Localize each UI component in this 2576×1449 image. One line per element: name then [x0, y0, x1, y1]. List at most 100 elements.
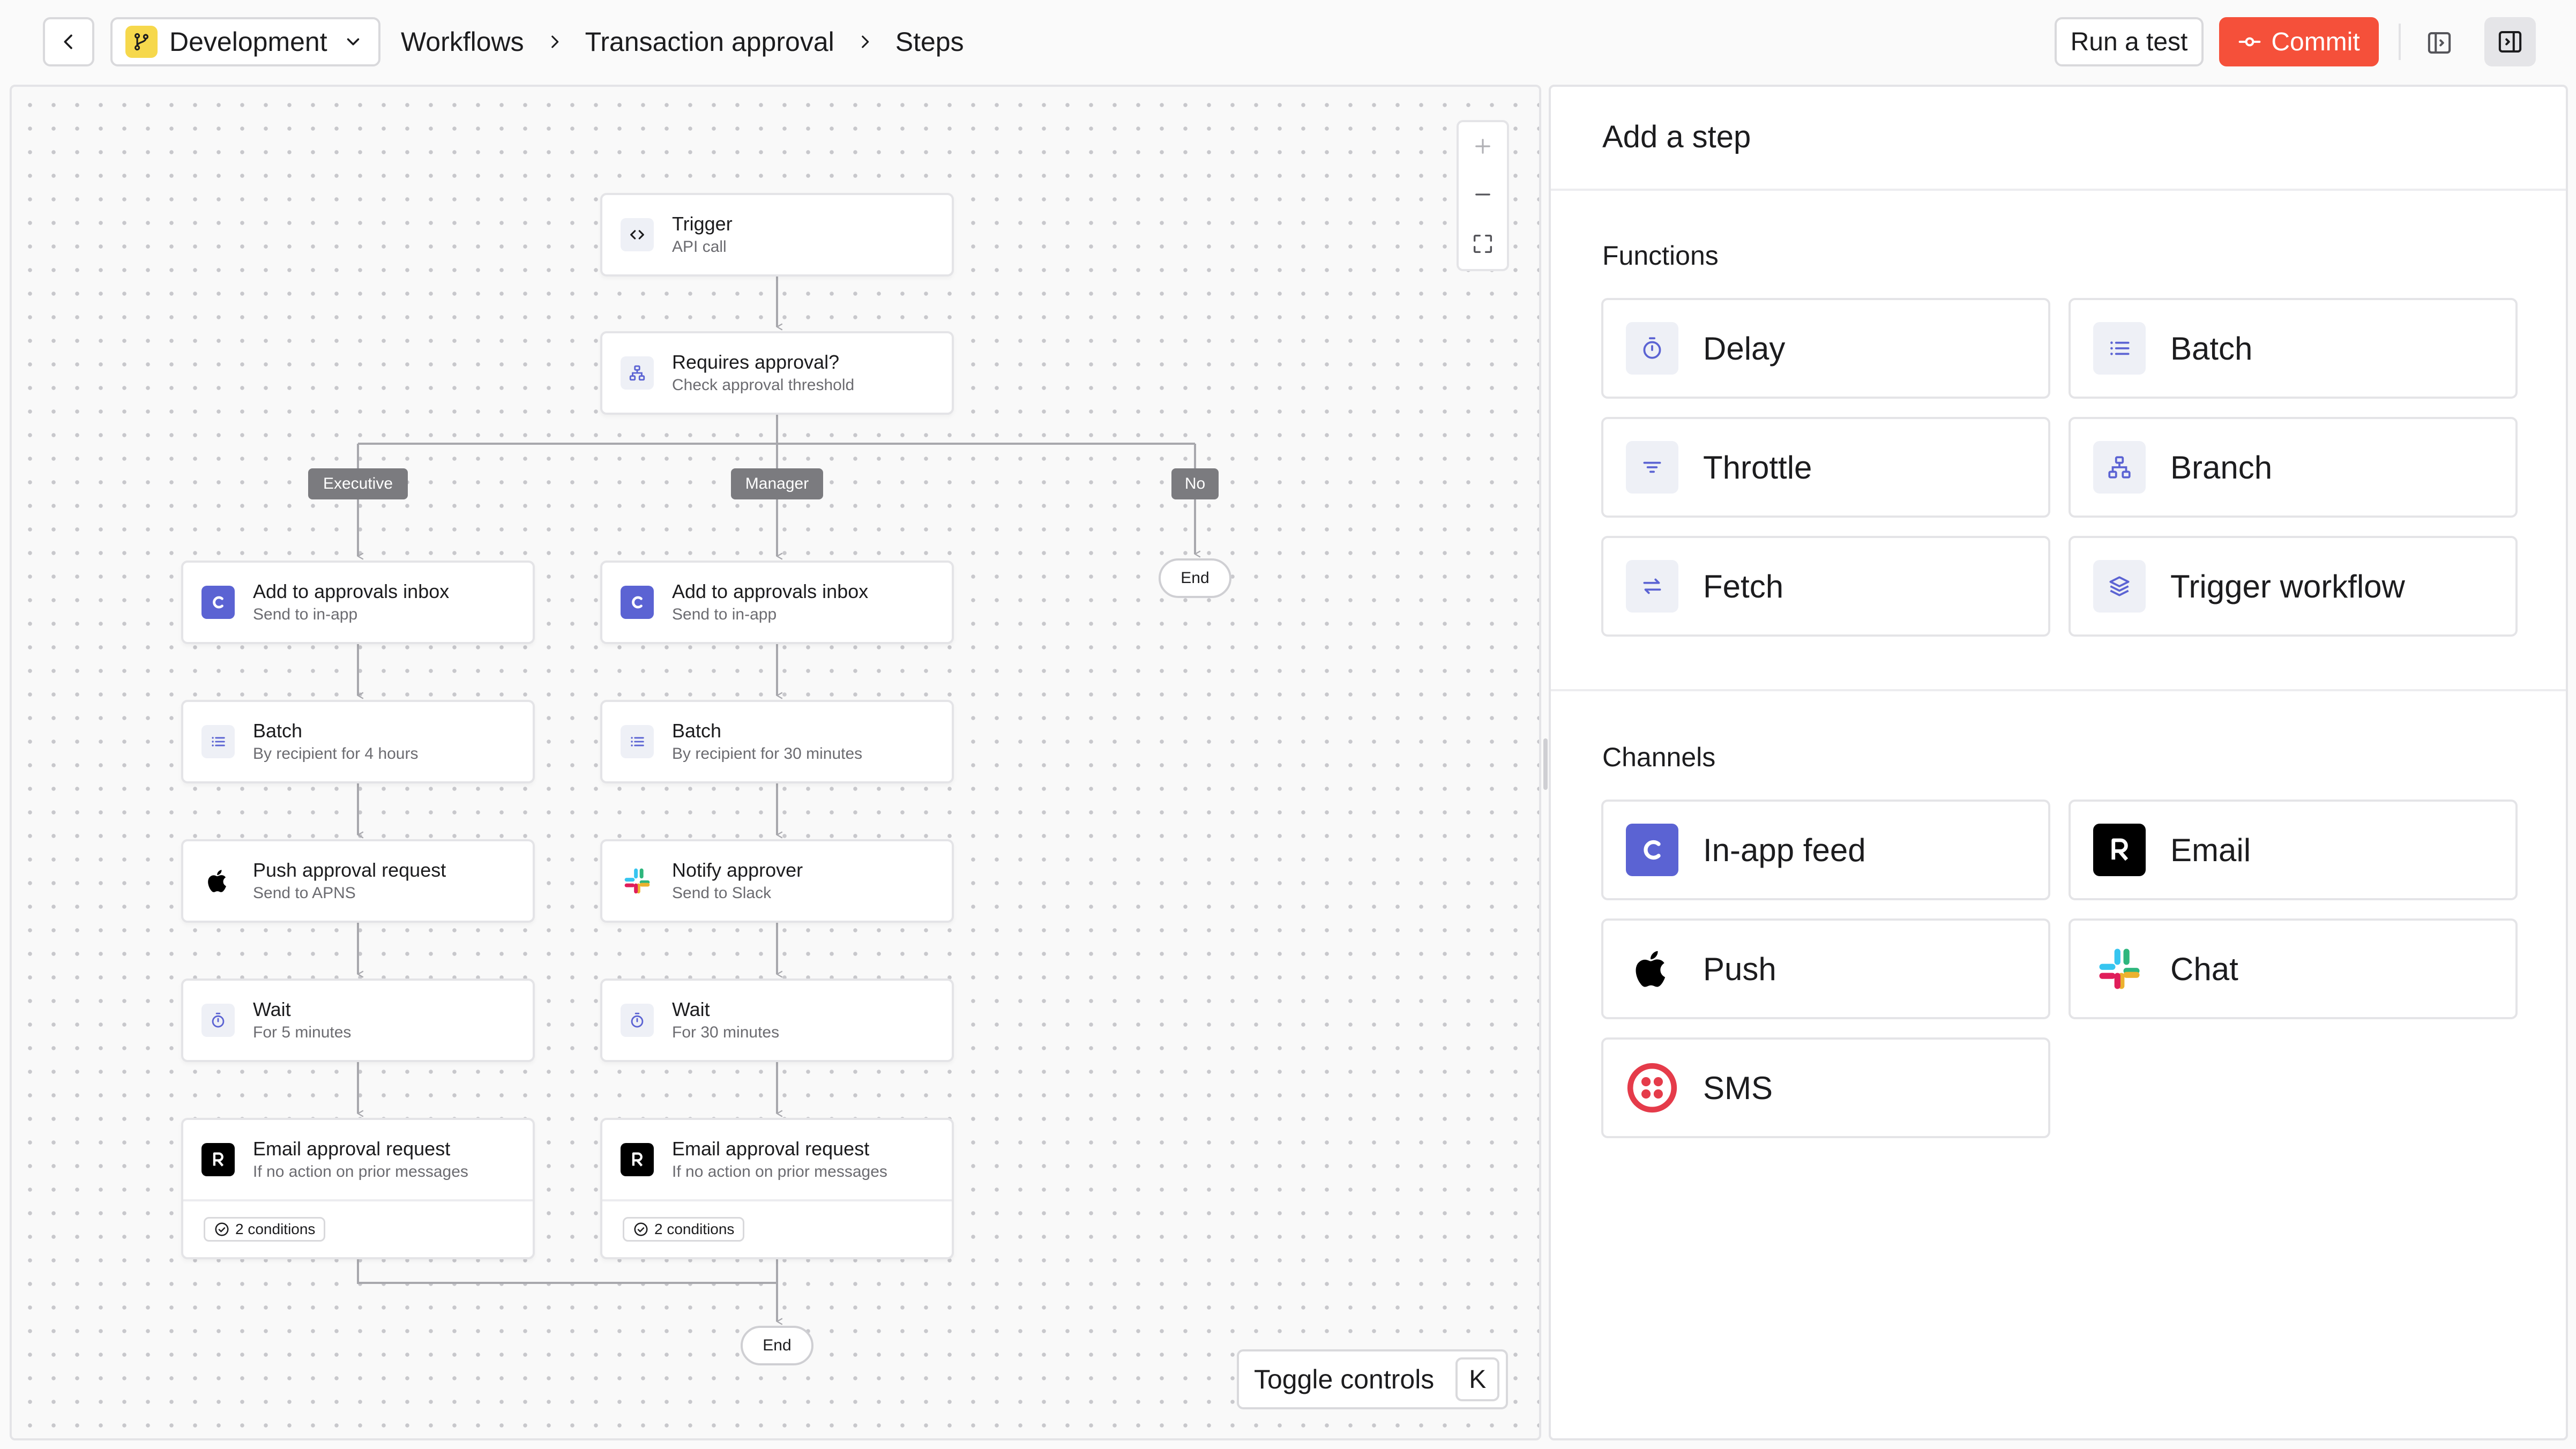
commit-label: Commit — [2271, 27, 2360, 56]
node-title: Trigger — [672, 213, 733, 235]
back-button[interactable] — [43, 17, 94, 66]
node-title: Email approval request — [253, 1138, 451, 1160]
conditions-badge[interactable]: 2 conditions — [623, 1217, 745, 1242]
node-requires-approval[interactable]: Requires approval? Check approval thresho… — [600, 331, 954, 415]
node-mgr-approvals-inbox[interactable]: Add to approvals inbox Send to in-app — [600, 561, 954, 644]
panel-divider — [1551, 689, 2566, 691]
zoom-out-icon[interactable] — [1472, 183, 1494, 206]
node-exec-email[interactable]: Email approval request If no action on pr… — [181, 1118, 535, 1259]
timer-icon — [1626, 322, 1678, 375]
node-mgr-email[interactable]: Email approval request If no action on pr… — [600, 1118, 954, 1259]
node-exec-wait[interactable]: Wait For 5 minutes — [181, 979, 535, 1062]
node-exec-approvals-inbox[interactable]: Add to approvals inbox Send to in-app — [181, 561, 535, 644]
step-card-fetch[interactable]: Fetch — [1601, 536, 2050, 637]
toggle-controls-label: Toggle controls — [1254, 1364, 1435, 1394]
step-card-push[interactable]: Push — [1601, 918, 2050, 1019]
node-subtitle: Send to in-app — [253, 606, 358, 623]
conditions-row: 2 conditions — [183, 1199, 533, 1257]
courier-c-icon — [201, 586, 235, 619]
filter-icon — [1626, 441, 1678, 494]
step-card-label: Throttle — [1703, 449, 1812, 486]
commit-icon — [2238, 37, 2261, 47]
code-icon — [621, 218, 654, 251]
step-card-email[interactable]: Email — [2069, 800, 2518, 900]
branch-label-no: No — [1171, 468, 1219, 499]
node-title: Add to approvals inbox — [672, 580, 869, 602]
node-subtitle: Send to APNS — [253, 884, 356, 902]
top-bar: Development Workflows Transaction approv… — [0, 0, 2576, 86]
fit-view-icon[interactable] — [1470, 231, 1495, 256]
conditions-row: 2 conditions — [602, 1199, 952, 1257]
resend-r-icon — [2093, 824, 2146, 876]
step-card-delay[interactable]: Delay — [1601, 298, 2050, 399]
node-title: Batch — [253, 720, 303, 742]
chevron-left-icon — [64, 34, 72, 49]
step-card-in-app-feed[interactable]: In-app feed — [1601, 800, 2050, 900]
node-subtitle: Check approval threshold — [672, 376, 855, 394]
toggle-right-panel-button[interactable] — [2484, 17, 2536, 66]
functions-section-title: Functions — [1602, 241, 1719, 271]
sidebar-left-icon — [2428, 32, 2451, 54]
node-title: Push approval request — [253, 859, 446, 881]
node-mgr-wait[interactable]: Wait For 30 minutes — [600, 979, 954, 1062]
node-exec-batch[interactable]: Batch By recipient for 4 hours — [181, 700, 535, 783]
branch-label-manager: Manager — [731, 468, 823, 499]
node-title: Requires approval? — [672, 351, 840, 373]
toggle-controls-button[interactable]: Toggle controls K — [1237, 1349, 1508, 1409]
list-icon — [621, 725, 654, 758]
run-test-button[interactable]: Run a test — [2055, 17, 2204, 66]
environment-label: Development — [169, 27, 327, 57]
courier-c-icon — [1626, 824, 1678, 876]
step-card-sms[interactable]: SMS — [1601, 1037, 2050, 1138]
resend-r-icon — [201, 1143, 235, 1176]
node-title: Batch — [672, 720, 722, 742]
step-card-chat[interactable]: Chat — [2069, 918, 2518, 1019]
node-subtitle: API call — [672, 238, 727, 256]
step-card-label: Delay — [1703, 330, 1786, 367]
node-subtitle: If no action on prior messages — [672, 1163, 887, 1181]
arrows-swap-icon — [1626, 560, 1678, 613]
apple-icon — [201, 864, 235, 898]
workflow-canvas[interactable]: Trigger API call Requires approval? Check … — [10, 85, 1541, 1440]
node-mgr-notify[interactable]: Notify approver Send to Slack — [600, 839, 954, 923]
panel-title: Add a step — [1602, 119, 1751, 154]
panel-resize-handle[interactable] — [1543, 738, 1548, 790]
breadcrumb-workflow[interactable]: Transaction approval — [585, 26, 834, 57]
toolbar-divider — [2399, 24, 2401, 60]
node-exec-push[interactable]: Push approval request Send to APNS — [181, 839, 535, 923]
node-subtitle: Send to in-app — [672, 606, 777, 623]
toggle-left-panel-button[interactable] — [2417, 20, 2462, 65]
zoom-in-icon[interactable] — [1472, 135, 1494, 158]
step-card-batch[interactable]: Batch — [2069, 298, 2518, 399]
step-card-label: Trigger workflow — [2170, 568, 2405, 604]
chevron-down-icon — [347, 38, 360, 46]
conditions-label: 2 conditions — [235, 1221, 316, 1237]
step-card-label: Fetch — [1703, 568, 1784, 604]
check-circle-icon — [215, 1222, 229, 1236]
node-subtitle: For 5 minutes — [253, 1024, 352, 1041]
step-card-label: SMS — [1703, 1070, 1773, 1106]
environment-select[interactable]: Development — [110, 17, 380, 66]
node-mgr-batch[interactable]: Batch By recipient for 30 minutes — [600, 700, 954, 783]
step-card-throttle[interactable]: Throttle — [1601, 417, 2050, 518]
apple-icon — [1626, 943, 1678, 995]
timer-icon — [201, 1004, 235, 1037]
timer-icon — [621, 1004, 654, 1037]
end-node-final: End — [741, 1326, 813, 1365]
node-subtitle: For 30 minutes — [672, 1024, 780, 1041]
node-trigger[interactable]: Trigger API call — [600, 193, 954, 277]
step-card-trigger-workflow[interactable]: Trigger workflow — [2069, 536, 2518, 637]
node-subtitle: By recipient for 30 minutes — [672, 745, 863, 763]
step-card-branch[interactable]: Branch — [2069, 417, 2518, 518]
zoom-controls — [1457, 120, 1509, 271]
breadcrumb-workflows[interactable]: Workflows — [401, 26, 524, 57]
node-subtitle: Send to Slack — [672, 884, 772, 902]
layers-icon — [2093, 560, 2146, 613]
end-node-no-branch: End — [1159, 558, 1231, 598]
twilio-icon — [1626, 1062, 1678, 1114]
branch-icon — [2093, 441, 2146, 494]
git-branch-icon — [125, 26, 158, 58]
conditions-badge[interactable]: 2 conditions — [204, 1217, 326, 1242]
commit-button[interactable]: Commit — [2219, 17, 2379, 66]
slack-icon — [2093, 943, 2146, 995]
